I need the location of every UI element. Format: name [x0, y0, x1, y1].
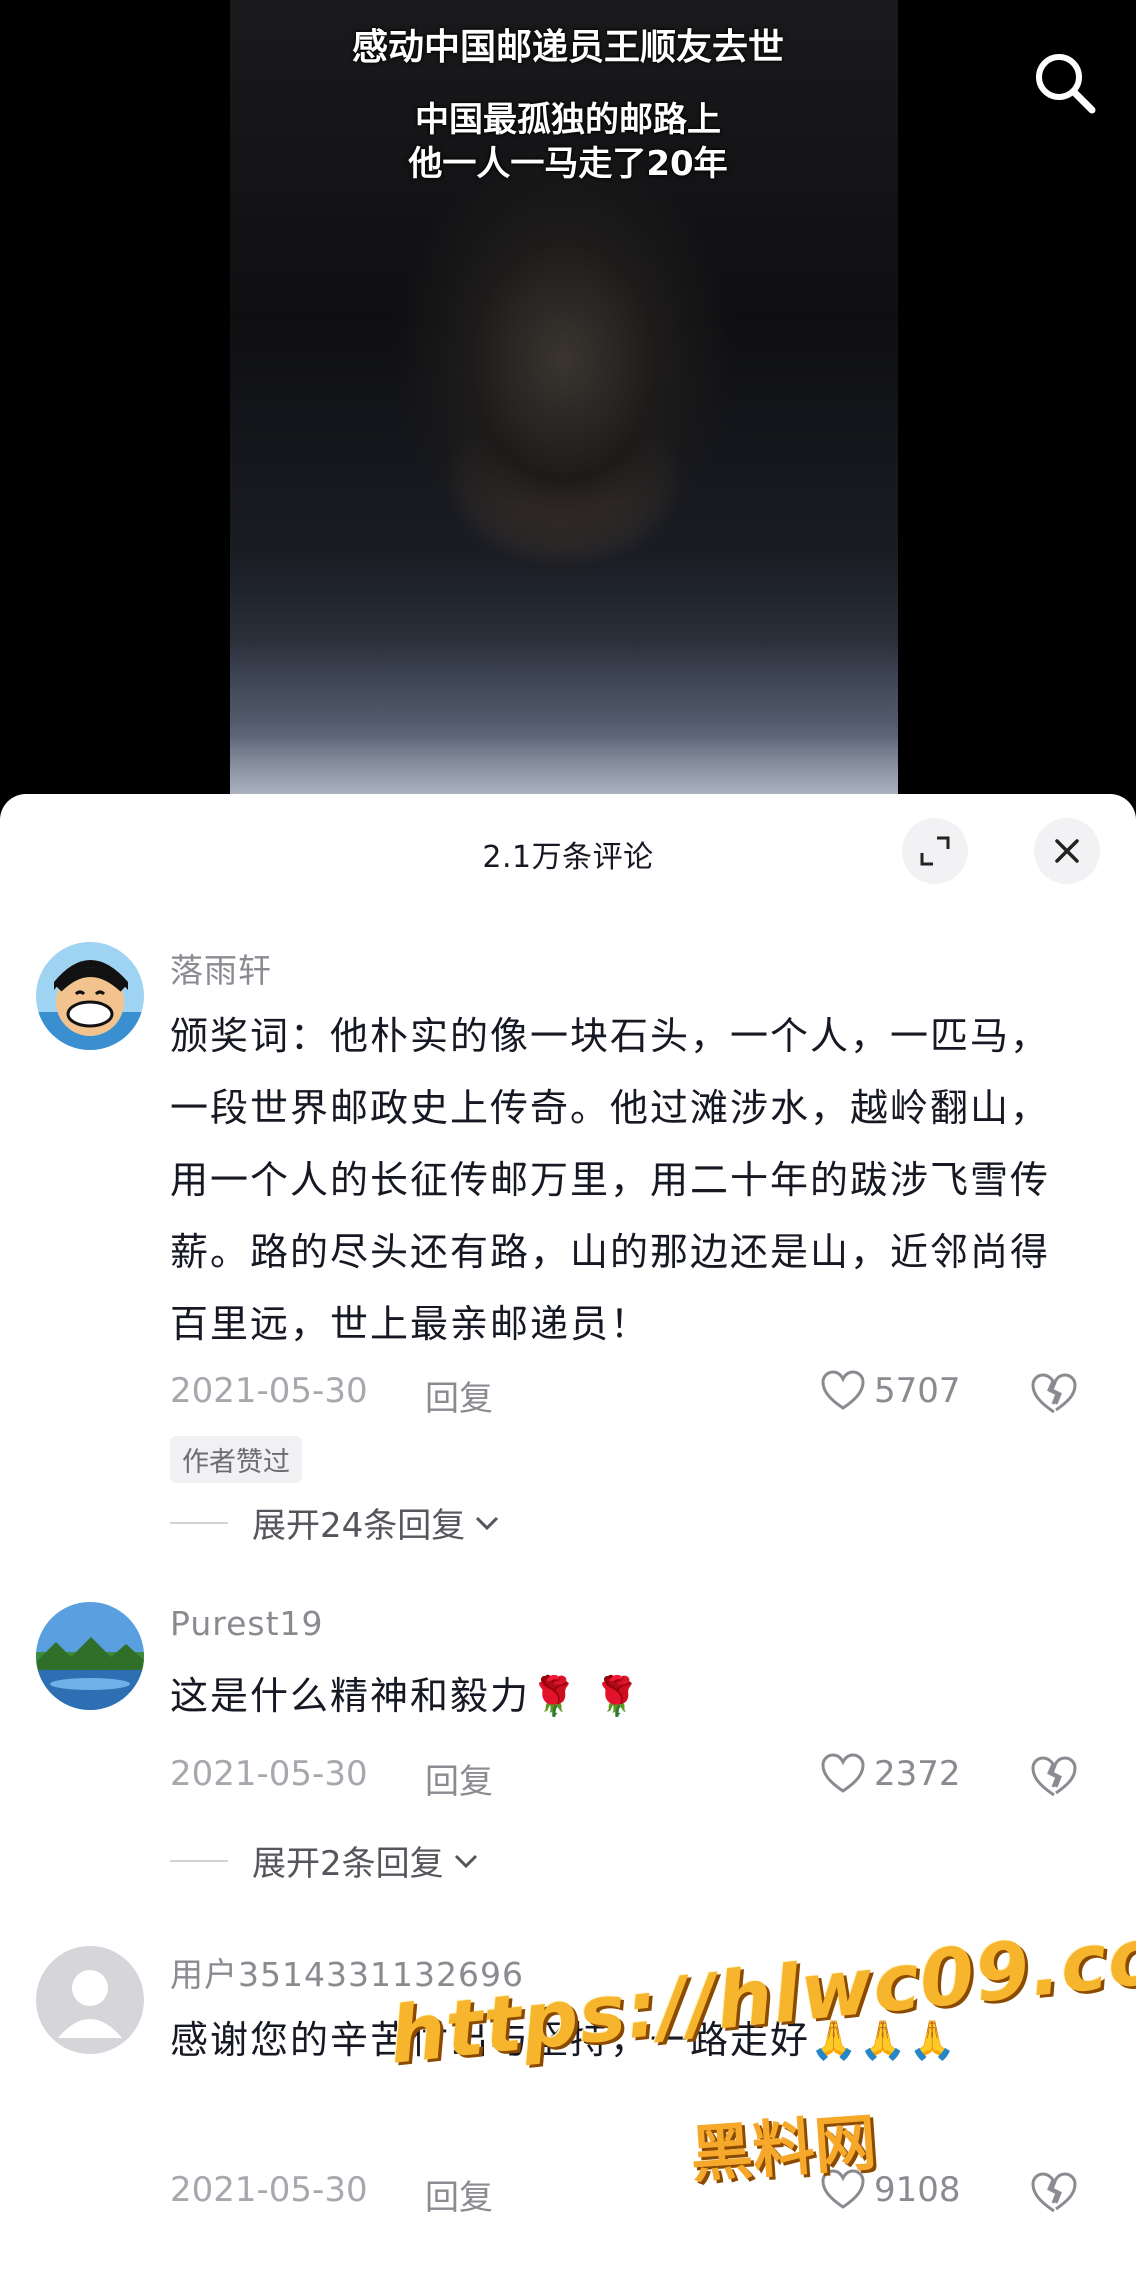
- like-button[interactable]: 5707: [820, 1370, 961, 1412]
- close-button[interactable]: [1034, 818, 1100, 884]
- avatar[interactable]: [36, 1946, 144, 2054]
- broken-heart-icon: [1031, 1373, 1077, 1414]
- comment-date: 2021-05-30: [170, 1754, 368, 1794]
- reply-button[interactable]: 回复: [425, 1371, 493, 1420]
- chevron-down-icon: [454, 1854, 477, 1868]
- video-caption-line: 他一人一马走了20年: [408, 144, 728, 184]
- chevron-down-icon: [476, 1516, 499, 1530]
- avatar[interactable]: [36, 1602, 144, 1710]
- landscape-avatar-icon: [36, 1602, 144, 1710]
- expand-replies-label: 展开24条回复: [252, 1506, 466, 1546]
- divider-line: [170, 1859, 228, 1862]
- heart-icon: [821, 1753, 865, 1793]
- comment-username[interactable]: Purest19: [170, 1604, 324, 1643]
- comment-text: 这是什么精神和毅力🌹 🌹: [170, 1674, 643, 1718]
- author-liked-badge: 作者赞过: [170, 1436, 302, 1483]
- video-caption-title: 感动中国邮递员王顺友去世: [351, 27, 784, 68]
- expand-panel-button[interactable]: [902, 818, 968, 884]
- comment-text: 颁奖词：他朴实的像一块石头，一个人，一匹马，一段世界邮政史上传奇。他过滩涉水，越…: [170, 1014, 1051, 1346]
- video-caption-line: 中国最孤独的邮路上: [415, 100, 721, 140]
- comment-date: 2021-05-30: [170, 2170, 368, 2210]
- comment-date: 2021-05-30: [170, 1371, 368, 1411]
- search-icon: [1036, 54, 1096, 114]
- expand-replies-button[interactable]: 展开24条回复: [170, 1498, 503, 1547]
- reply-button[interactable]: 回复: [425, 1754, 493, 1803]
- video-water-overlay: [230, 640, 898, 800]
- like-button[interactable]: 2372: [820, 1753, 961, 1795]
- heart-icon: [821, 1370, 865, 1410]
- broken-heart-icon: [1031, 2172, 1077, 2213]
- default-user-avatar-icon: [36, 1946, 144, 2054]
- like-count: 9108: [874, 2170, 961, 2210]
- expand-replies-button[interactable]: 展开2条回复: [170, 1836, 482, 1885]
- broken-heart-icon: [1031, 1756, 1077, 1797]
- close-icon: [1055, 839, 1079, 863]
- like-count: 5707: [874, 1371, 961, 1411]
- search-button[interactable]: [1030, 48, 1100, 118]
- cartoon-avatar-icon: [36, 942, 144, 1050]
- expand-replies-label: 展开2条回复: [252, 1844, 444, 1884]
- watermark-name: 黑料网: [688, 2105, 879, 2192]
- dislike-button[interactable]: [1030, 2171, 1082, 2223]
- dislike-button[interactable]: [1030, 1755, 1082, 1807]
- video-player[interactable]: 感动中国邮递员王顺友去世 中国最孤独的邮路上 他一人一马走了20年: [0, 0, 1136, 800]
- dislike-button[interactable]: [1030, 1372, 1082, 1424]
- divider-line: [170, 1521, 228, 1524]
- reply-button[interactable]: 回复: [425, 2170, 493, 2219]
- expand-icon: [920, 836, 950, 866]
- like-count: 2372: [874, 1754, 961, 1794]
- comment-username[interactable]: 落雨轩: [170, 944, 272, 992]
- avatar[interactable]: [36, 942, 144, 1050]
